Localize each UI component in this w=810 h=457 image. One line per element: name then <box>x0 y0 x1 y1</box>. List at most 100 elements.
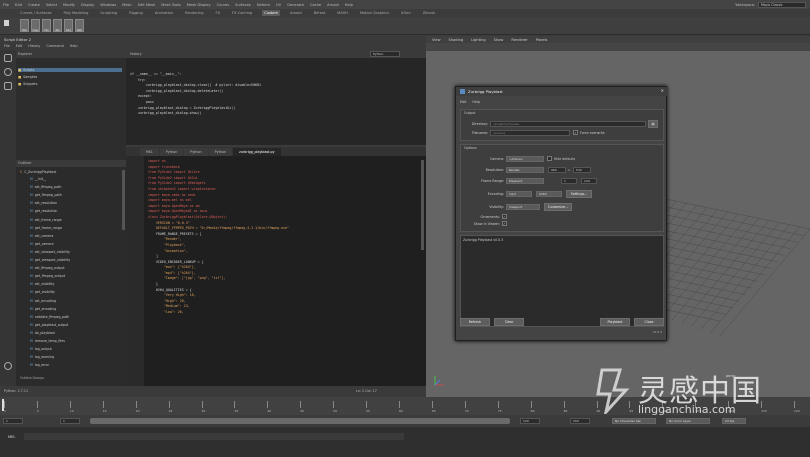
outliner-item[interactable]: Mset_ffmpeg_output <box>30 266 65 270</box>
outliner-item[interactable]: Mget_visibility <box>30 290 55 294</box>
resolution-width[interactable]: 960 <box>548 167 566 173</box>
se-menu-item[interactable]: History <box>28 44 40 48</box>
range-bar[interactable] <box>90 418 510 424</box>
folder-browse-icon[interactable]: ▤ <box>648 120 658 128</box>
refresh-button[interactable]: Refresh <box>460 318 490 326</box>
clear-button[interactable]: Clear <box>494 318 524 326</box>
outliner-item[interactable]: Mget_viewport_visibility <box>30 258 70 262</box>
encoding-codec-dropdown[interactable]: h264 <box>536 191 562 197</box>
outliner-item[interactable]: Mget_ffmpeg_output <box>30 274 65 278</box>
frame-end[interactable]: 120 <box>581 178 597 184</box>
shelf-tool-icon[interactable]: Copy <box>31 19 40 32</box>
menu-deform[interactable]: Deform <box>257 3 270 7</box>
workspace-dropdown[interactable]: Maya Classic <box>758 1 806 8</box>
editor-tab[interactable]: MEL <box>140 148 159 156</box>
menu-mesh-tools[interactable]: Mesh Tools <box>161 3 180 7</box>
range-end-field[interactable]: 120 <box>520 418 540 424</box>
editor-tab[interactable]: Python <box>184 148 208 156</box>
settings-gear-icon[interactable] <box>4 362 12 370</box>
shelf-tab[interactable]: Arnold <box>288 10 304 16</box>
menu-mesh[interactable]: Mesh <box>122 3 131 7</box>
se-menu-item[interactable]: Help <box>70 44 78 48</box>
menu-edit[interactable]: Edit <box>460 100 466 104</box>
outliner-item[interactable]: Mvalidate_ffmpeg_path <box>30 315 69 319</box>
shelf-tab[interactable]: Sculpting <box>98 10 119 16</box>
character-set-dropdown[interactable]: No Character Set <box>612 418 656 424</box>
camera-dropdown[interactable]: <Active> <box>506 156 544 162</box>
menu-mesh-display[interactable]: Mesh Display <box>187 3 211 7</box>
explorer-row-scripts[interactable]: ■ Scripts <box>18 68 122 72</box>
fps-dropdown[interactable]: 24 fps <box>722 418 746 424</box>
search-icon[interactable] <box>4 68 12 76</box>
viewport-menu-item[interactable]: Panels <box>536 38 548 42</box>
frame-range-dropdown[interactable]: Playback <box>506 178 544 184</box>
hide-defaults-checkbox[interactable] <box>547 156 552 161</box>
menu-generate[interactable]: Generate <box>287 3 304 7</box>
menu-curves[interactable]: Curves <box>217 3 229 7</box>
shelf-tab[interactable]: Animation <box>153 10 175 16</box>
se-menu-item[interactable]: File <box>4 44 10 48</box>
outliner-item[interactable]: Mget_camera <box>30 242 54 246</box>
editor-scrollbar[interactable] <box>421 160 424 250</box>
customize-button[interactable]: Customize... <box>544 203 572 211</box>
editor-tab[interactable]: Python <box>159 148 184 156</box>
close-button[interactable]: Close <box>634 318 664 326</box>
shelf-tab[interactable]: MASH <box>335 10 350 16</box>
menu-edit-mesh[interactable]: Edit Mesh <box>138 3 156 7</box>
visibility-dropdown[interactable]: Viewport <box>506 204 540 210</box>
shelf-tab[interactable]: Rendering <box>183 10 205 16</box>
start-frame-field[interactable]: 1 <box>3 418 23 424</box>
menu-select[interactable]: Select <box>46 3 57 7</box>
outliner-item[interactable]: M __init__ <box>30 177 46 181</box>
menu-edit[interactable]: Edit <box>15 3 22 7</box>
close-icon[interactable]: ✕ <box>661 88 664 93</box>
shelf-tool-icon[interactable]: Rnd <box>64 19 73 32</box>
playblast-button[interactable]: Playblast <box>600 318 630 326</box>
range-start-field[interactable]: 1 <box>60 418 80 424</box>
menu-help[interactable]: Help <box>345 3 353 7</box>
explorer-icon[interactable] <box>4 54 12 62</box>
outliner-item[interactable]: Mget_ffmpeg_path <box>30 193 62 197</box>
cmdline-input[interactable] <box>24 433 404 440</box>
end-frame-field[interactable]: 200 <box>570 418 590 424</box>
anim-layer-dropdown[interactable]: No Anim Layer <box>666 418 710 424</box>
frame-start[interactable]: 1 <box>561 178 577 184</box>
outliner-item[interactable]: Mlog_output <box>30 347 52 351</box>
directory-field[interactable]: {project}/movies <box>490 121 646 127</box>
viewport-menu-item[interactable]: Show <box>494 38 504 42</box>
se-menu-item[interactable]: Edit <box>16 44 23 48</box>
shelf-options-icon[interactable] <box>4 20 9 26</box>
force-overwrite-checkbox[interactable]: ✓ <box>573 130 578 135</box>
viewport-menu-item[interactable]: View <box>432 38 441 42</box>
show-in-viewer-checkbox[interactable]: ✓ <box>502 221 507 226</box>
menu-arnold[interactable]: Arnold <box>327 3 339 7</box>
se-menu-item[interactable]: Command <box>46 44 63 48</box>
outliner-item[interactable]: Mget_resolution <box>30 209 57 213</box>
outliner-item[interactable]: Mset_frame_range <box>30 218 62 222</box>
outliner-item[interactable]: Mset_viewport_visibility <box>30 250 70 254</box>
shelf-tab[interactable]: FX Caching <box>230 10 254 16</box>
shelf-tool-icon[interactable]: Wiz <box>53 19 62 32</box>
explorer-row-samples[interactable]: ■ Samples <box>18 75 37 79</box>
language-dropdown[interactable]: Python <box>370 51 400 57</box>
outliner-item[interactable]: Mremove_temp_files <box>30 339 65 343</box>
outliner-item[interactable]: Mdo_playblast <box>30 331 55 335</box>
shelf-tab[interactable]: Zbrush <box>421 10 438 16</box>
menu-cache[interactable]: Cache <box>310 3 321 7</box>
shelf-tool-icon[interactable]: Fbx <box>42 19 51 32</box>
menu-uv[interactable]: UV <box>276 3 281 7</box>
shelf-tab[interactable]: Bifrost <box>312 10 328 16</box>
outliner-item[interactable]: Mget_frame_range <box>30 226 62 230</box>
outliner-item[interactable]: Mget_playblast_output <box>30 323 68 327</box>
code-editor[interactable]: import os import traceback from PySide2 im… <box>126 156 426 386</box>
menu-create[interactable]: Create <box>28 3 40 7</box>
shelf-tool-icon[interactable]: Path <box>75 19 84 32</box>
menu-windows[interactable]: Windows <box>100 3 116 7</box>
editor-tab[interactable]: zurbrigg_playblast.py <box>233 148 281 156</box>
shelf-tab[interactable]: Custom <box>262 10 281 16</box>
outliner-item[interactable]: Mlog_warning <box>30 355 54 359</box>
outliner-item[interactable]: Mset_visibility <box>30 282 54 286</box>
outliner-item[interactable]: Mset_ffmpeg_path <box>30 185 61 189</box>
outliner-item[interactable]: Mlog_error <box>30 363 49 367</box>
viewport-menu-item[interactable]: Lighting <box>471 38 486 42</box>
